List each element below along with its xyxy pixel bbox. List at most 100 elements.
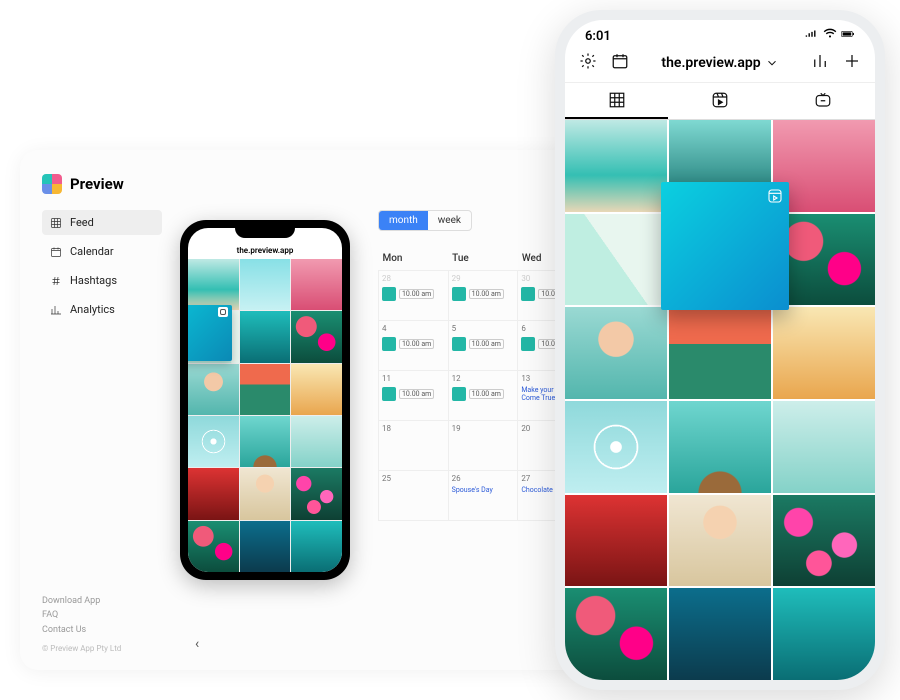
event-time: 10.00 am — [469, 389, 504, 399]
footer-link-contact[interactable]: Contact Us — [42, 623, 162, 637]
view-toggle-week[interactable]: week — [428, 211, 471, 230]
calendar-event[interactable]: 10.00 am — [452, 387, 515, 401]
calendar-event[interactable]: 10.00 am — [382, 387, 445, 401]
feed-cell[interactable] — [773, 588, 875, 680]
sidebar-item-label: Calendar — [70, 245, 114, 258]
view-toggle-month[interactable]: month — [379, 211, 428, 230]
calendar-day-number: 26 — [452, 474, 515, 483]
reels-icon — [711, 91, 729, 109]
feed-cell[interactable] — [669, 495, 771, 587]
notch-icon — [235, 228, 295, 238]
phone-preview-cell[interactable] — [240, 259, 291, 310]
event-thumbnail — [521, 287, 535, 301]
calendar-day-number: 5 — [452, 324, 515, 333]
phone-preview-cell[interactable] — [188, 364, 239, 415]
calendar-cell[interactable]: 19 — [448, 421, 518, 471]
calendar-day-number: 11 — [382, 374, 445, 383]
feed-cell[interactable] — [773, 495, 875, 587]
calendar-event[interactable]: 10.00 am — [452, 337, 515, 351]
app-header: the.preview.app — [565, 46, 875, 82]
calendar-icon — [50, 246, 62, 258]
tab-reels[interactable] — [668, 83, 771, 119]
calendar-cell[interactable]: 12 10.00 am — [448, 371, 518, 421]
tab-grid[interactable] — [565, 83, 668, 119]
feed-cell[interactable] — [773, 401, 875, 493]
analytics-button[interactable] — [811, 52, 829, 74]
tab-igtv[interactable] — [772, 83, 875, 119]
event-time: 10.00 am — [469, 289, 504, 299]
sidebar-item-calendar[interactable]: Calendar — [42, 239, 162, 264]
feed-cell[interactable] — [669, 588, 771, 680]
phone-preview-cell[interactable] — [291, 468, 342, 519]
footer-link-download[interactable]: Download App — [42, 594, 162, 608]
calendar-event[interactable]: 10.00 am — [452, 287, 515, 301]
calendar-cell[interactable]: 4 10.00 am — [379, 321, 449, 371]
calendar-cell[interactable]: 18 — [379, 421, 449, 471]
sidebar-item-feed[interactable]: Feed — [42, 210, 162, 235]
chevron-left-icon[interactable]: ‹ — [195, 636, 199, 652]
calendar-event[interactable]: 10.00 am — [382, 287, 445, 301]
feed-cell[interactable] — [565, 214, 667, 306]
calendar-cell[interactable]: 26Spouse's Day — [448, 471, 518, 521]
phone-preview-cell[interactable] — [188, 468, 239, 519]
reels-badge-icon — [218, 307, 228, 317]
footer-link-faq[interactable]: FAQ — [42, 608, 162, 622]
calendar-day-number: 29 — [452, 274, 515, 283]
footer-links: Download App FAQ Contact Us © Preview Ap… — [42, 594, 162, 656]
calendar-cell[interactable]: 25 — [379, 471, 449, 521]
calendar-cell[interactable]: 5 10.00 am — [448, 321, 518, 371]
phone-preview-cell[interactable] — [291, 259, 342, 310]
phone-preview-cell[interactable] — [240, 468, 291, 519]
calendar-day-number: 19 — [452, 424, 515, 433]
calendar-cell[interactable]: 29 10.00 am — [448, 271, 518, 321]
feed-cell[interactable] — [773, 307, 875, 399]
feed-cell[interactable] — [565, 588, 667, 680]
calendar-day-number: 4 — [382, 324, 445, 333]
phone-preview-cell[interactable] — [188, 311, 239, 362]
feed-cell[interactable] — [565, 495, 667, 587]
schedule-button[interactable] — [611, 52, 629, 74]
feed-cell[interactable] — [565, 307, 667, 399]
phone-preview-cell[interactable] — [291, 416, 342, 467]
battery-icon — [841, 28, 855, 44]
feed-cell[interactable] — [565, 120, 667, 212]
view-toggle: month week — [378, 210, 472, 231]
status-bar: 6:01 — [565, 20, 875, 46]
dragging-tile[interactable] — [661, 182, 789, 310]
phone-preview: the.preview.app — [180, 220, 350, 580]
add-button[interactable] — [843, 52, 861, 74]
feed-cell[interactable] — [669, 401, 771, 493]
account-name: the.preview.app — [661, 55, 760, 71]
sidebar-item-hashtags[interactable]: Hashtags — [42, 268, 162, 293]
phone-preview-cell[interactable] — [240, 416, 291, 467]
calendar-day-header: Mon — [379, 249, 449, 271]
settings-button[interactable] — [579, 52, 597, 74]
calendar-cell[interactable]: 11 10.00 am — [379, 371, 449, 421]
feed-cell[interactable] — [565, 401, 667, 493]
feed-cell[interactable] — [669, 307, 771, 399]
wifi-icon — [823, 28, 837, 44]
phone-preview-cell[interactable] — [291, 521, 342, 572]
phone-preview-cell[interactable] — [188, 521, 239, 572]
event-thumbnail — [382, 287, 396, 301]
event-thumbnail — [382, 387, 396, 401]
grid-icon — [608, 91, 626, 109]
phone-preview-cell[interactable] — [291, 364, 342, 415]
calendar-day-number: 12 — [452, 374, 515, 383]
phone-preview-cell[interactable] — [240, 521, 291, 572]
phone-preview-cell[interactable] — [240, 364, 291, 415]
phone-preview-cell[interactable] — [240, 311, 291, 362]
phone-preview-cell[interactable] — [291, 311, 342, 362]
phone-preview-cell[interactable] — [188, 259, 239, 310]
account-switcher[interactable]: the.preview.app — [661, 55, 778, 71]
igtv-icon — [814, 91, 832, 109]
phone-preview-cell[interactable] — [188, 416, 239, 467]
event-time: 10.00 am — [399, 339, 434, 349]
sidebar-item-analytics[interactable]: Analytics — [42, 297, 162, 322]
calendar-event[interactable]: 10.00 am — [382, 337, 445, 351]
event-thumbnail — [452, 287, 466, 301]
reels-badge-icon — [767, 188, 783, 204]
calendar-cell[interactable]: 2810.00 am — [379, 271, 449, 321]
analytics-icon — [50, 304, 62, 316]
status-time: 6:01 — [585, 29, 611, 44]
